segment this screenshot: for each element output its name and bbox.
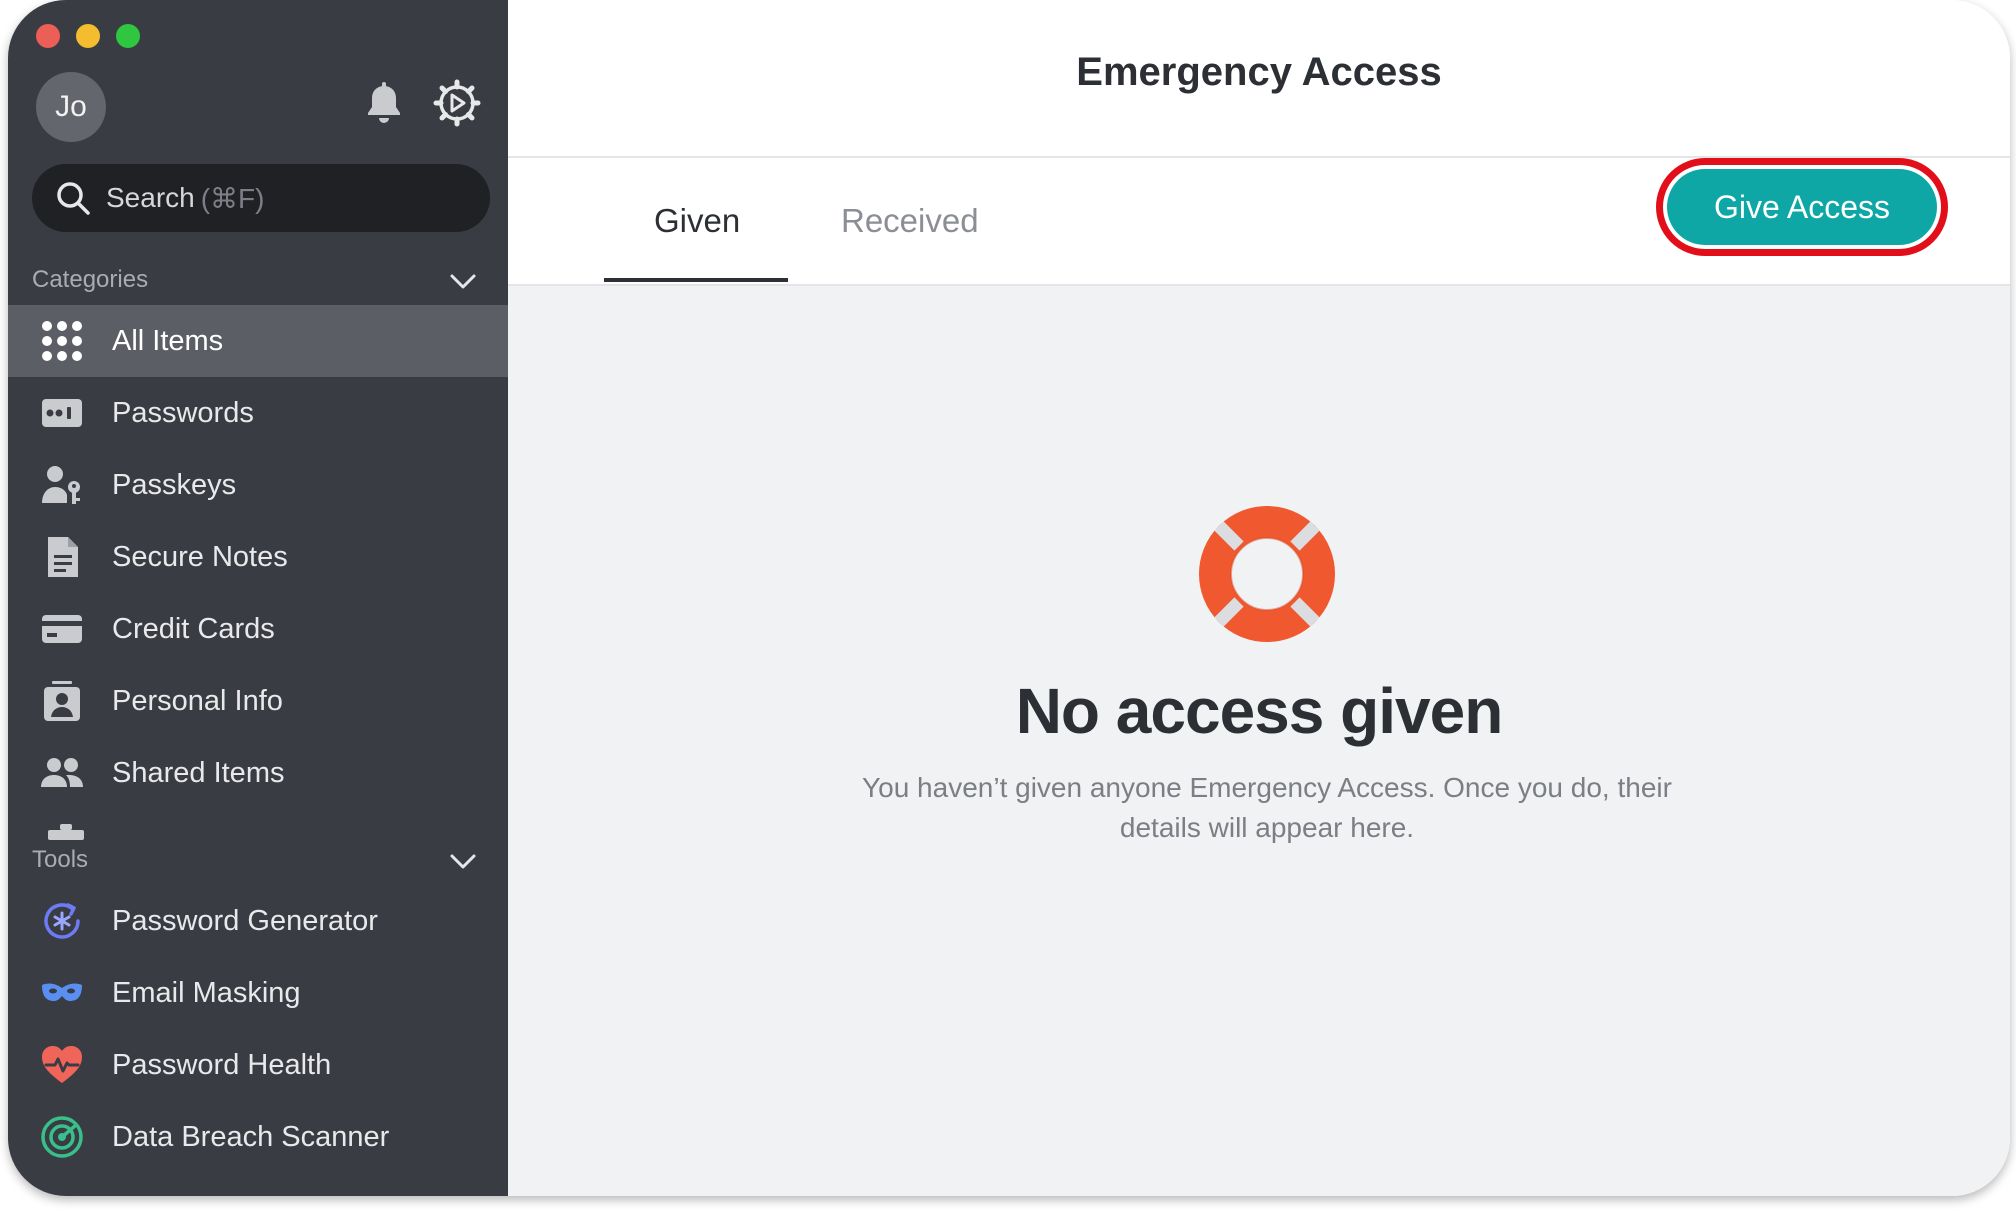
search-placeholder: Search	[106, 182, 195, 213]
tools-header: Tools	[32, 846, 89, 873]
sidebar-item-password-health[interactable]: Password Health	[8, 1029, 508, 1101]
credit-card-icon	[42, 615, 82, 643]
sidebar-item-label: Passkeys	[112, 468, 237, 501]
avatar-initials: Jo	[55, 90, 87, 123]
sidebar-item-label: Shared Items	[112, 756, 285, 789]
avatar[interactable]: Jo	[36, 72, 106, 142]
gear-icon[interactable]	[432, 78, 482, 128]
sidebar-item-label: Data Breach Scanner	[112, 1120, 390, 1153]
search-icon	[57, 182, 90, 215]
heart-pulse-icon	[42, 1046, 82, 1083]
sidebar-item-label: Secure Notes	[112, 540, 288, 573]
sidebar-item-password-generator[interactable]: Password Generator	[8, 885, 508, 957]
grid-icon	[42, 321, 82, 361]
sidebar-item-label: Passwords	[112, 396, 254, 429]
bell-icon[interactable]	[360, 80, 408, 128]
sidebar-item-all-items[interactable]: All Items	[8, 305, 508, 377]
sidebar-item-label: Password Health	[112, 1048, 332, 1081]
app-window: Jo Search (⌘F) Categories All Items Pass…	[8, 0, 2010, 1196]
tab-given[interactable]: Given	[654, 202, 740, 240]
give-access-highlight: Give Access	[1656, 158, 1948, 256]
sidebar: Jo Search (⌘F) Categories All Items Pass…	[8, 0, 508, 1196]
sidebar-item-label: Credit Cards	[112, 612, 275, 645]
sidebar-item-email-masking[interactable]: Email Masking	[8, 957, 508, 1029]
note-icon	[48, 537, 78, 577]
chevron-down-icon[interactable]	[448, 272, 478, 292]
empty-state-description: You haven’t given anyone Emergency Acces…	[862, 772, 1672, 843]
sidebar-item-label: Email Masking	[112, 976, 301, 1009]
sidebar-item-label: Password Generator	[112, 904, 378, 937]
partially-hidden-icon	[48, 824, 84, 840]
sidebar-item-partially-hidden	[8, 818, 508, 840]
main-panel: Emergency Access Given Received Give Acc…	[508, 0, 2010, 1196]
sidebar-item-passkeys[interactable]: Passkeys	[8, 449, 508, 521]
header: Emergency Access	[508, 0, 2010, 158]
active-tab-indicator	[604, 278, 788, 282]
minimize-window-button[interactable]	[76, 24, 100, 48]
sidebar-item-label: All Items	[112, 324, 224, 357]
categories-header: Categories	[32, 266, 149, 293]
mask-icon	[42, 983, 82, 1001]
give-access-button[interactable]: Give Access	[1667, 169, 1937, 245]
chevron-down-icon[interactable]	[448, 852, 478, 872]
sidebar-item-secure-notes[interactable]: Secure Notes	[8, 521, 508, 593]
people-icon	[41, 758, 83, 787]
sidebar-item-data-breach-scanner[interactable]: Data Breach Scanner	[8, 1101, 508, 1173]
page-title: Emergency Access	[1076, 50, 1442, 94]
sidebar-item-personal-info[interactable]: Personal Info	[8, 665, 508, 737]
sidebar-item-credit-cards[interactable]: Credit Cards	[8, 593, 508, 665]
password-generator-icon	[44, 903, 80, 939]
id-card-icon	[44, 681, 80, 721]
radar-icon	[41, 1116, 83, 1158]
close-window-button[interactable]	[36, 24, 60, 48]
lifebuoy-icon	[1199, 506, 1335, 642]
search-input[interactable]: Search (⌘F)	[32, 164, 490, 232]
search-shortcut: (⌘F)	[200, 182, 265, 214]
passkey-icon	[42, 466, 80, 504]
sidebar-item-passwords[interactable]: Passwords	[8, 377, 508, 449]
zoom-window-button[interactable]	[116, 24, 140, 48]
tab-received[interactable]: Received	[841, 202, 979, 240]
empty-state-title: No access given	[1015, 675, 1504, 747]
sidebar-item-shared-items[interactable]: Shared Items	[8, 737, 508, 809]
password-icon	[42, 399, 82, 427]
sidebar-item-label: Personal Info	[112, 684, 283, 717]
